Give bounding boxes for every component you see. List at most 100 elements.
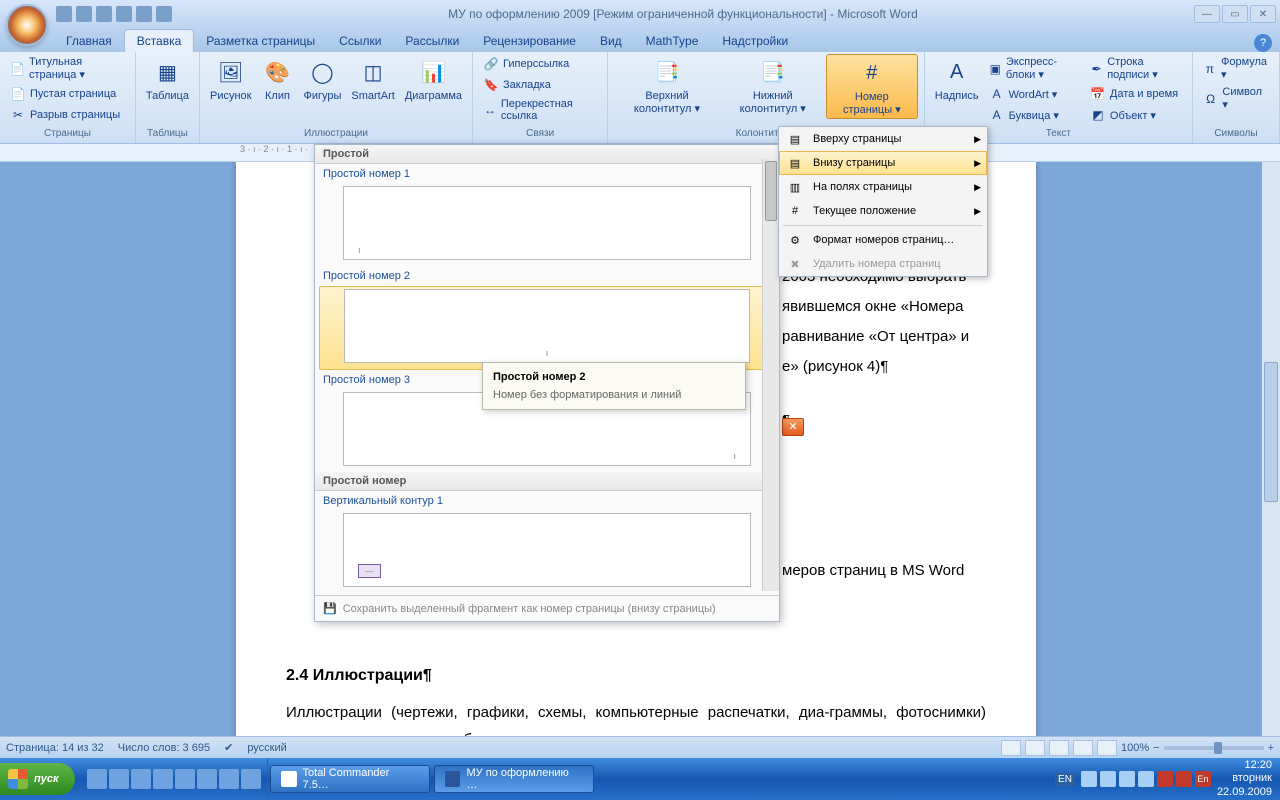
zoom-in-button[interactable]: + bbox=[1268, 742, 1274, 754]
scrollbar-thumb[interactable] bbox=[1264, 362, 1278, 502]
status-words[interactable]: Число слов: 3 695 bbox=[118, 742, 210, 754]
menu-label: Вверху страницы bbox=[813, 133, 901, 145]
language-indicator[interactable]: EN bbox=[1055, 773, 1075, 786]
tray-icon[interactable] bbox=[1119, 771, 1135, 787]
cover-page-label: Титульная страница ▾ bbox=[29, 56, 125, 81]
vertical-scrollbar[interactable] bbox=[1262, 162, 1280, 736]
dropcap-button[interactable]: AБуквица ▾ bbox=[985, 105, 1084, 125]
gallery-header-2: Простой номер bbox=[315, 472, 779, 491]
chart-button[interactable]: 📊Диаграмма bbox=[401, 54, 466, 104]
crossref-button[interactable]: ↔Перекрестная ссылка bbox=[479, 96, 601, 124]
bookmark-button[interactable]: 🔖Закладка bbox=[479, 75, 601, 95]
view-fullscreen-button[interactable] bbox=[1025, 740, 1045, 756]
close-icon[interactable]: ✕ bbox=[782, 418, 804, 436]
zoom-level[interactable]: 100% bbox=[1121, 742, 1149, 754]
smartart-button[interactable]: ◫SmartArt bbox=[347, 54, 398, 104]
gallery-scrollbar[interactable] bbox=[762, 159, 779, 591]
wordart-button[interactable]: AWordArt ▾ bbox=[985, 84, 1084, 104]
tab-view[interactable]: Вид bbox=[588, 30, 634, 52]
tab-home[interactable]: Главная bbox=[54, 30, 124, 52]
tab-review[interactable]: Рецензирование bbox=[471, 30, 588, 52]
symbol-button[interactable]: ΩСимвол ▾ bbox=[1199, 84, 1273, 113]
picture-button[interactable]: 🖼Рисунок bbox=[206, 54, 256, 104]
qat-open-icon[interactable] bbox=[156, 6, 172, 22]
menu-bottom-of-page[interactable]: ▤Внизу страницы▶ bbox=[779, 151, 987, 175]
shapes-button[interactable]: ◯Фигуры bbox=[299, 54, 345, 104]
taskbar-item-totalcmd[interactable]: Total Commander 7.5… bbox=[270, 765, 430, 793]
qat-undo-icon[interactable] bbox=[76, 6, 92, 22]
tray-icon[interactable] bbox=[1081, 771, 1097, 787]
status-proofing-icon[interactable]: ✔ bbox=[224, 741, 233, 754]
zoom-out-button[interactable]: − bbox=[1153, 742, 1159, 754]
footer-button[interactable]: 📑Нижний колонтитул ▾ bbox=[722, 54, 824, 117]
menu-top-of-page[interactable]: ▤Вверху страницы▶ bbox=[779, 127, 987, 151]
menu-format-page-numbers[interactable]: ⚙Формат номеров страниц… bbox=[779, 228, 987, 252]
view-draft-button[interactable] bbox=[1097, 740, 1117, 756]
header-button[interactable]: 📑Верхний колонтитул ▾ bbox=[614, 54, 719, 117]
gallery-item-2[interactable]: ı bbox=[344, 289, 750, 363]
clock[interactable]: 12:20 вторник 22.09.2009 bbox=[1217, 759, 1272, 799]
gallery-scroll-thumb[interactable] bbox=[765, 161, 777, 221]
view-print-layout-button[interactable] bbox=[1001, 740, 1021, 756]
clipart-button[interactable]: 🎨Клип bbox=[257, 54, 297, 104]
zoom-slider[interactable] bbox=[1164, 746, 1264, 750]
status-page[interactable]: Страница: 14 из 32 bbox=[6, 742, 104, 754]
qat-redo-icon[interactable] bbox=[96, 6, 112, 22]
tray-icon[interactable] bbox=[1176, 771, 1192, 787]
cover-page-button[interactable]: 📄Титульная страница ▾ bbox=[6, 54, 129, 83]
ql-icon[interactable] bbox=[131, 769, 151, 789]
blank-page-button[interactable]: 📄Пустая страница bbox=[6, 84, 129, 104]
object-button[interactable]: ◩Объект ▾ bbox=[1086, 105, 1186, 125]
status-language[interactable]: русский bbox=[247, 742, 286, 754]
tray-icon[interactable] bbox=[1157, 771, 1173, 787]
page-number-button[interactable]: #Номер страницы ▾ bbox=[826, 54, 918, 119]
tray-icon[interactable] bbox=[1100, 771, 1116, 787]
minimize-button[interactable]: — bbox=[1194, 5, 1220, 23]
qat-preview-icon[interactable] bbox=[136, 6, 152, 22]
tab-mathtype[interactable]: MathType bbox=[634, 30, 711, 52]
qat-save-icon[interactable] bbox=[56, 6, 72, 22]
textbox-button[interactable]: AНадпись bbox=[931, 54, 983, 104]
office-button[interactable] bbox=[6, 4, 48, 46]
view-outline-button[interactable] bbox=[1073, 740, 1093, 756]
signature-button[interactable]: ✒Строка подписи ▾ bbox=[1086, 54, 1186, 83]
qat-print-icon[interactable] bbox=[116, 6, 132, 22]
tray-icon[interactable] bbox=[1138, 771, 1154, 787]
group-links-label: Связи bbox=[479, 126, 601, 141]
tab-references[interactable]: Ссылки bbox=[327, 30, 393, 52]
quickparts-button[interactable]: ▣Экспресс-блоки ▾ bbox=[985, 54, 1084, 83]
gallery-item-4[interactable]: — bbox=[343, 513, 751, 587]
gallery-item-1[interactable]: ı bbox=[343, 186, 751, 260]
view-web-button[interactable] bbox=[1049, 740, 1069, 756]
tab-insert[interactable]: Вставка bbox=[124, 29, 195, 52]
close-button[interactable]: ✕ bbox=[1250, 5, 1276, 23]
table-button[interactable]: ▦Таблица bbox=[142, 54, 193, 104]
ql-icon[interactable] bbox=[87, 769, 107, 789]
ql-icon[interactable] bbox=[109, 769, 129, 789]
tray-lang-icon[interactable]: En bbox=[1195, 771, 1211, 787]
page-bottom-icon: ▤ bbox=[785, 155, 805, 171]
ql-icon[interactable] bbox=[219, 769, 239, 789]
datetime-button[interactable]: 📅Дата и время bbox=[1086, 84, 1186, 104]
menu-current-position[interactable]: #Текущее положение▶ bbox=[779, 199, 987, 223]
datetime-label: Дата и время bbox=[1110, 88, 1178, 100]
page-break-button[interactable]: ✂Разрыв страницы bbox=[6, 105, 129, 125]
help-button[interactable]: ? bbox=[1254, 34, 1272, 52]
hyperlink-button[interactable]: 🔗Гиперссылка bbox=[479, 54, 601, 74]
maximize-button[interactable]: ▭ bbox=[1222, 5, 1248, 23]
tab-mailings[interactable]: Рассылки bbox=[393, 30, 471, 52]
equation-button[interactable]: πФормула ▾ bbox=[1199, 54, 1273, 83]
symbol-label: Символ ▾ bbox=[1222, 86, 1269, 111]
taskbar-item-word[interactable]: МУ по оформлению … bbox=[434, 765, 594, 793]
start-button[interactable]: пуск bbox=[0, 763, 75, 795]
ql-icon[interactable] bbox=[197, 769, 217, 789]
tab-addins[interactable]: Надстройки bbox=[710, 30, 800, 52]
menu-page-margins[interactable]: ▥На полях страницы▶ bbox=[779, 175, 987, 199]
chevron-right-icon: ▶ bbox=[974, 182, 981, 193]
tab-page-layout[interactable]: Разметка страницы bbox=[194, 30, 327, 52]
ql-icon[interactable] bbox=[241, 769, 261, 789]
ql-icon[interactable] bbox=[175, 769, 195, 789]
gallery-footer[interactable]: 💾Сохранить выделенный фрагмент как номер… bbox=[315, 595, 779, 621]
smartart-label: SmartArt bbox=[351, 90, 394, 102]
ql-icon[interactable] bbox=[153, 769, 173, 789]
